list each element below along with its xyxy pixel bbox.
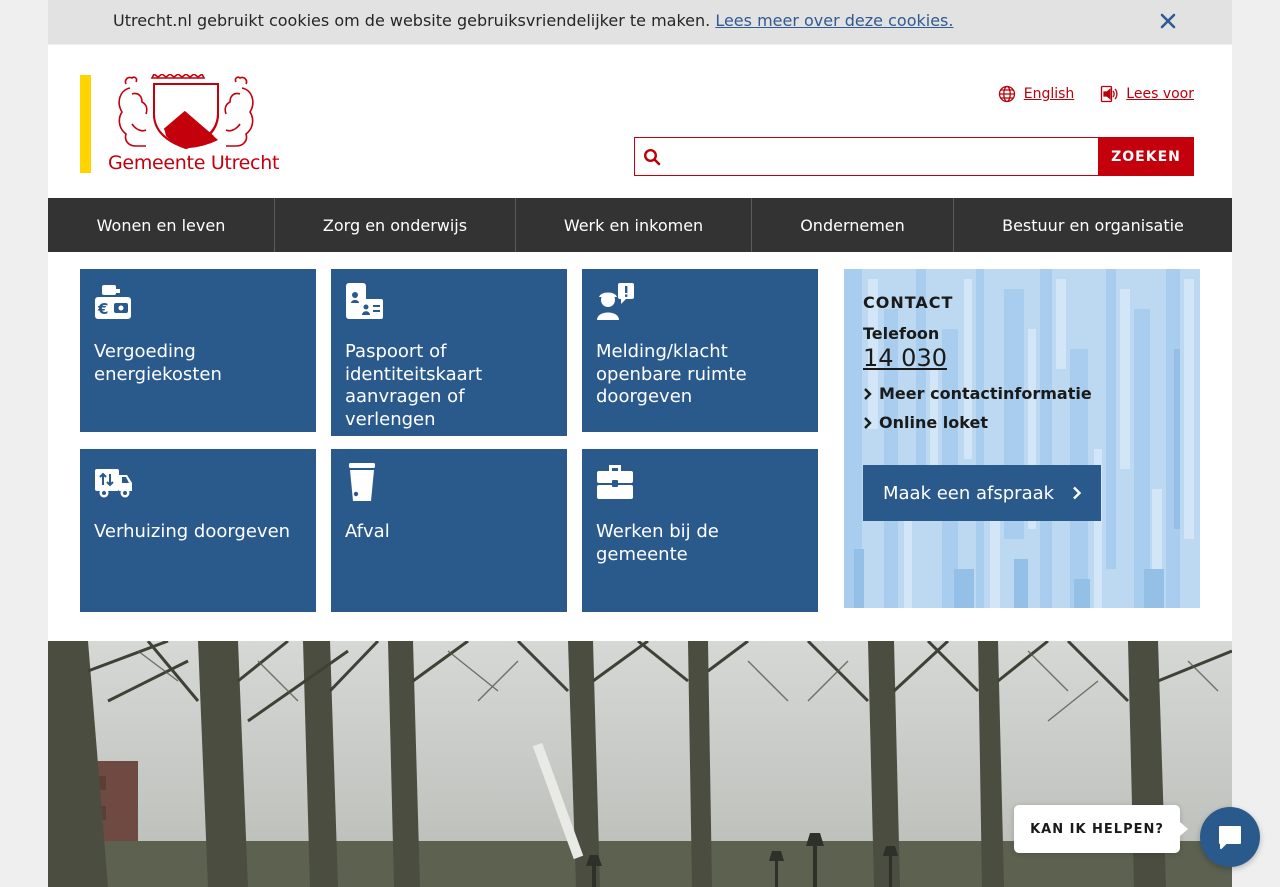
nav-item-ondernemen[interactable]: Ondernemen — [752, 198, 954, 252]
logo[interactable]: Gemeente Utrecht — [80, 74, 280, 174]
page: Gemeente Utrecht English Lees voor ZOEKE… — [48, 45, 1232, 887]
tile-afval[interactable]: Afval — [331, 449, 567, 612]
chevron-right-icon — [1073, 486, 1082, 500]
tile-label: Verhuizing doorgeven — [94, 521, 291, 542]
tile-paspoort[interactable]: Paspoort of identiteitskaart aanvragen o… — [331, 269, 567, 436]
search-icon — [643, 148, 661, 166]
euro-wallet-icon: € — [94, 283, 302, 323]
link-label: Meer contactinformatie — [879, 384, 1092, 403]
tile-werken[interactable]: Werken bij de gemeente — [582, 449, 818, 612]
report-person-icon — [596, 283, 804, 323]
search-button[interactable]: ZOEKEN — [1098, 137, 1194, 176]
svg-text:€: € — [97, 300, 108, 318]
tile-melding[interactable]: Melding/klacht openbare ruimte doorgeven — [582, 269, 818, 432]
phone-label: Telefoon — [863, 324, 940, 343]
read-aloud-label: Lees voor — [1126, 86, 1194, 102]
more-contact-info-link[interactable]: Meer contactinformatie — [863, 384, 1092, 403]
moving-truck-icon — [94, 463, 302, 503]
chevron-right-icon — [864, 387, 872, 400]
search-bar: ZOEKEN — [634, 137, 1194, 176]
contact-content: CONTACT Telefoon 14 030 Meer contactinfo… — [863, 293, 1092, 432]
nav-item-bestuur[interactable]: Bestuur en organisatie — [954, 198, 1232, 252]
main-nav: Wonen en leven Zorg en onderwijs Werk en… — [48, 198, 1232, 252]
tile-vergoeding[interactable]: € Vergoeding energiekosten — [80, 269, 316, 432]
cookie-banner: Utrecht.nl gebruikt cookies om de websit… — [48, 0, 1232, 44]
nav-item-werk[interactable]: Werk en inkomen — [516, 198, 752, 252]
tile-label: Melding/klacht openbare ruimte doorgeven — [596, 341, 747, 407]
header-links: English Lees voor — [998, 85, 1194, 103]
help-bubble[interactable]: KAN IK HELPEN? — [1014, 805, 1188, 853]
english-link[interactable]: English — [998, 85, 1075, 103]
nav-item-wonen[interactable]: Wonen en leven — [48, 198, 275, 252]
make-appointment-button[interactable]: Maak een afspraak — [863, 465, 1101, 521]
tile-label: Paspoort of identiteitskaart aanvragen o… — [345, 341, 483, 430]
read-aloud-link[interactable]: Lees voor — [1100, 85, 1194, 103]
cookie-text-wrap: Utrecht.nl gebruikt cookies om de websit… — [113, 11, 953, 30]
close-icon[interactable] — [1156, 9, 1180, 33]
link-label: Online loket — [879, 413, 988, 432]
cookie-info-link[interactable]: Lees meer over deze cookies. — [715, 11, 953, 30]
briefcase-icon — [596, 463, 804, 503]
tile-label: Werken bij de gemeente — [596, 521, 719, 565]
speaker-icon — [1101, 85, 1118, 103]
chat-button[interactable] — [1200, 807, 1260, 867]
english-link-label: English — [1023, 86, 1075, 102]
tile-label: Vergoeding energiekosten — [94, 341, 222, 385]
globe-icon — [998, 85, 1015, 103]
tile-verhuizing[interactable]: Verhuizing doorgeven — [80, 449, 316, 612]
cookie-message: Utrecht.nl gebruikt cookies om de websit… — [113, 11, 711, 30]
contact-heading: CONTACT — [863, 293, 954, 312]
contact-panel: CONTACT Telefoon 14 030 Meer contactinfo… — [844, 269, 1200, 608]
passport-id-icon — [345, 283, 553, 323]
appointment-label: Maak een afspraak — [883, 482, 1055, 504]
coat-of-arms-icon — [118, 74, 254, 150]
tile-label: Afval — [345, 521, 390, 542]
online-loket-link[interactable]: Online loket — [863, 413, 1092, 432]
search-box — [634, 137, 1098, 176]
logo-text: Gemeente Utrecht — [108, 152, 280, 174]
chevron-right-icon — [864, 416, 872, 429]
chat-bubble-icon — [1219, 826, 1241, 849]
trash-can-icon — [345, 463, 553, 503]
phone-number-link[interactable]: 14 030 — [863, 344, 1092, 372]
logo-yellow-bar — [80, 75, 91, 173]
search-input[interactable] — [635, 138, 1098, 175]
nav-item-zorg[interactable]: Zorg en onderwijs — [275, 198, 516, 252]
